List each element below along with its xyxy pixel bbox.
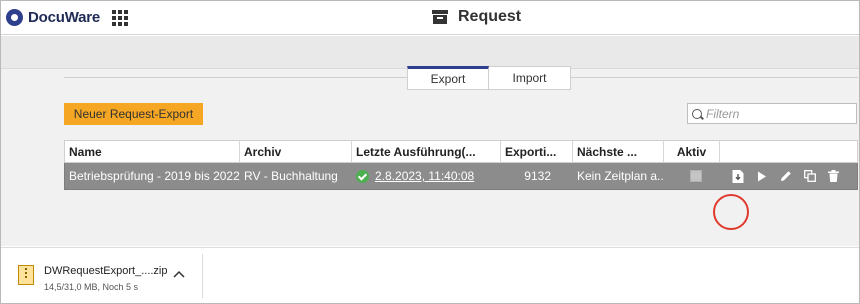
- table-header: Name Archiv Letzte Ausführung(... Export…: [64, 140, 858, 163]
- play-icon[interactable]: [754, 169, 769, 184]
- docuware-logo-icon: [6, 9, 23, 26]
- search-icon: [692, 108, 702, 119]
- download-status: 14,5/31,0 MB, Noch 5 s: [44, 282, 139, 292]
- download-item[interactable]: DWRequestExport_....zip 14,5/31,0 MB, No…: [18, 265, 168, 292]
- sub-toolbar: [0, 36, 860, 69]
- page-title: Request: [458, 8, 522, 25]
- filter-field[interactable]: [687, 103, 857, 124]
- column-header-aktiv[interactable]: Aktiv: [664, 141, 720, 162]
- request-table: Name Archiv Letzte Ausführung(... Export…: [64, 140, 858, 190]
- docuware-logo[interactable]: DocuWare: [6, 9, 100, 26]
- tab-export[interactable]: Export: [407, 66, 489, 90]
- zip-file-icon: [18, 265, 34, 285]
- download-separator: [202, 254, 203, 298]
- row-actions: [720, 163, 857, 189]
- edit-icon[interactable]: [778, 169, 793, 184]
- download-icon[interactable]: [730, 169, 745, 184]
- column-header-actions: [720, 141, 857, 162]
- last-run-link[interactable]: 2.8.2023, 11:40:08: [375, 169, 474, 183]
- copy-icon[interactable]: [802, 169, 817, 184]
- download-filename: DWRequestExport_....zip: [44, 265, 168, 277]
- column-header-name[interactable]: Name: [65, 141, 240, 162]
- column-header-archiv[interactable]: Archiv: [240, 141, 352, 162]
- tab-bar: Export Import: [407, 66, 571, 90]
- row-last-run: 2.8.2023, 11:40:08: [352, 163, 501, 189]
- table-row[interactable]: Betriebsprüfung - 2019 bis 2022 RV - Buc…: [64, 163, 858, 190]
- download-bar: DWRequestExport_....zip 14,5/31,0 MB, No…: [0, 247, 860, 304]
- archive-box-icon: [432, 10, 448, 24]
- new-request-export-button[interactable]: Neuer Request-Export: [64, 103, 203, 125]
- apps-grid-icon[interactable]: [112, 10, 128, 26]
- column-header-next[interactable]: Nächste ...: [573, 141, 664, 162]
- aktiv-checkbox[interactable]: [690, 170, 702, 182]
- page-header: Request: [432, 8, 521, 26]
- column-header-last-run[interactable]: Letzte Ausführung(...: [352, 141, 501, 162]
- success-check-icon: [356, 169, 369, 183]
- delete-icon[interactable]: [826, 169, 841, 184]
- top-bar: DocuWare Request: [0, 0, 860, 35]
- chevron-up-icon[interactable]: [172, 267, 186, 279]
- column-header-exported[interactable]: Exporti...: [501, 141, 573, 162]
- tab-import[interactable]: Import: [489, 66, 571, 90]
- app-name: DocuWare: [28, 9, 101, 26]
- row-name: Betriebsprüfung - 2019 bis 2022: [69, 169, 240, 183]
- row-archiv: RV - Buchhaltung: [244, 169, 338, 183]
- filter-input[interactable]: [706, 106, 846, 121]
- row-aktiv: [664, 163, 720, 189]
- row-exported: 9132: [524, 169, 551, 183]
- row-next: Kein Zeitplan a...: [577, 169, 664, 183]
